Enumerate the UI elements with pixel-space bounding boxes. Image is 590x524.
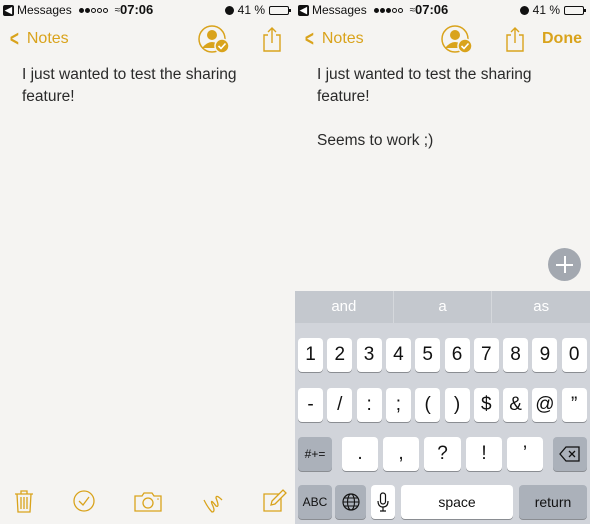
status-bar: ◀ Messages ≈ 07:06 41 % bbox=[0, 0, 295, 20]
back-to-app[interactable]: ◀ Messages ≈ bbox=[298, 3, 415, 17]
prediction-item[interactable]: as bbox=[491, 291, 590, 323]
key[interactable]: 3 bbox=[356, 338, 382, 372]
key[interactable]: / bbox=[327, 388, 353, 422]
back-app-label: Messages bbox=[312, 3, 367, 17]
dictation-key[interactable] bbox=[371, 485, 395, 519]
key[interactable]: . bbox=[342, 437, 378, 471]
key[interactable]: 1 bbox=[298, 338, 323, 372]
battery-icon bbox=[564, 5, 586, 15]
status-bar: ◀ Messages ≈ 07:06 41 % bbox=[295, 0, 590, 20]
signal-strength-icon bbox=[78, 7, 108, 13]
bottom-toolbar bbox=[0, 470, 295, 524]
key[interactable]: 5 bbox=[415, 338, 441, 372]
alarm-icon bbox=[519, 5, 529, 15]
note-text[interactable]: I just wanted to test the sharing featur… bbox=[22, 64, 277, 108]
signal-strength-icon bbox=[373, 7, 403, 13]
note-text[interactable]: I just wanted to test the sharing featur… bbox=[317, 64, 572, 174]
key[interactable]: ’ bbox=[507, 437, 543, 471]
add-attachment-button[interactable] bbox=[548, 248, 581, 281]
status-time: 07:06 bbox=[415, 2, 449, 17]
back-button-label: Notes bbox=[26, 30, 69, 47]
abc-key[interactable]: ABC bbox=[298, 485, 332, 519]
done-button[interactable]: Done bbox=[542, 30, 582, 48]
back-to-app-icon: ◀ bbox=[3, 4, 14, 16]
share-icon[interactable] bbox=[505, 26, 525, 52]
note-line: I just wanted to test the sharing featur… bbox=[22, 66, 237, 105]
key[interactable]: 6 bbox=[444, 338, 470, 372]
nav-bar: < Notes bbox=[0, 22, 295, 58]
chevron-left-icon: < bbox=[304, 26, 314, 51]
key[interactable]: ? bbox=[424, 437, 461, 471]
delete-key[interactable] bbox=[553, 437, 587, 471]
key[interactable]: 4 bbox=[385, 338, 411, 372]
trash-icon[interactable] bbox=[11, 488, 37, 514]
alarm-icon bbox=[224, 5, 234, 15]
predictive-bar: and a as bbox=[295, 291, 590, 323]
back-button-label: Notes bbox=[321, 30, 364, 47]
key[interactable]: 8 bbox=[503, 338, 529, 372]
key[interactable]: 9 bbox=[532, 338, 558, 372]
keyboard-row-symbols: - /:;() $ & @” bbox=[295, 388, 590, 424]
nav-bar: < Notes Done bbox=[295, 22, 590, 58]
collaborators-icon[interactable] bbox=[198, 24, 230, 56]
notes-screen-editing: ◀ Messages ≈ 07:06 41 % < Notes Done I j… bbox=[295, 0, 590, 524]
checklist-icon[interactable] bbox=[71, 488, 97, 514]
return-key[interactable]: return bbox=[519, 485, 587, 519]
key[interactable]: ) bbox=[444, 388, 470, 422]
back-button[interactable]: < Notes bbox=[303, 28, 364, 50]
key[interactable]: @ bbox=[532, 388, 558, 422]
camera-icon[interactable] bbox=[133, 488, 163, 514]
key[interactable]: , bbox=[383, 437, 419, 471]
back-app-label: Messages bbox=[17, 3, 72, 17]
globe-icon bbox=[341, 493, 360, 511]
back-button[interactable]: < Notes bbox=[8, 28, 69, 50]
note-line: I just wanted to test the sharing featur… bbox=[317, 66, 532, 105]
keyboard: and a as 1234567890 - /:;() $ & @” #+= . , ?… bbox=[295, 291, 590, 524]
space-key[interactable]: space bbox=[401, 485, 513, 519]
key[interactable]: - bbox=[298, 388, 323, 422]
globe-key[interactable] bbox=[335, 485, 366, 519]
battery-percent: 41 % bbox=[532, 3, 560, 17]
battery-percent: 41 % bbox=[237, 3, 265, 17]
prediction-item[interactable]: a bbox=[392, 291, 492, 323]
share-icon[interactable] bbox=[262, 26, 282, 52]
status-time: 07:06 bbox=[120, 2, 154, 17]
key[interactable]: ( bbox=[415, 388, 441, 422]
key[interactable]: 7 bbox=[473, 338, 499, 372]
keyboard-row-numbers: 1234567890 bbox=[295, 338, 590, 374]
key[interactable]: 2 bbox=[327, 338, 353, 372]
key[interactable]: ; bbox=[385, 388, 411, 422]
prediction-item[interactable]: and bbox=[295, 291, 393, 323]
more-symbols-key[interactable]: #+= bbox=[298, 437, 332, 471]
keyboard-row-bottom: ABC space return bbox=[295, 485, 590, 521]
key[interactable]: ! bbox=[466, 437, 502, 471]
key[interactable]: 0 bbox=[561, 338, 587, 372]
note-line: Seems to work ;) bbox=[317, 132, 434, 149]
keyboard-row-punctuation: #+= . , ? ! ’ bbox=[295, 437, 590, 473]
backspace-icon bbox=[559, 446, 580, 462]
key[interactable]: $ bbox=[473, 388, 499, 422]
compose-icon[interactable] bbox=[261, 488, 287, 514]
sketch-icon[interactable] bbox=[200, 488, 226, 514]
key[interactable]: ” bbox=[561, 388, 587, 422]
notes-screen-view: ◀ Messages ≈ 07:06 41 % < Notes I just w… bbox=[0, 0, 295, 524]
battery-icon bbox=[269, 5, 291, 15]
key[interactable]: & bbox=[503, 388, 529, 422]
chevron-left-icon: < bbox=[9, 26, 19, 51]
back-to-app[interactable]: ◀ Messages ≈ bbox=[3, 3, 120, 17]
key[interactable]: : bbox=[356, 388, 382, 422]
back-to-app-icon: ◀ bbox=[298, 4, 309, 16]
collaborators-icon[interactable] bbox=[441, 24, 473, 56]
microphone-icon bbox=[377, 492, 389, 512]
